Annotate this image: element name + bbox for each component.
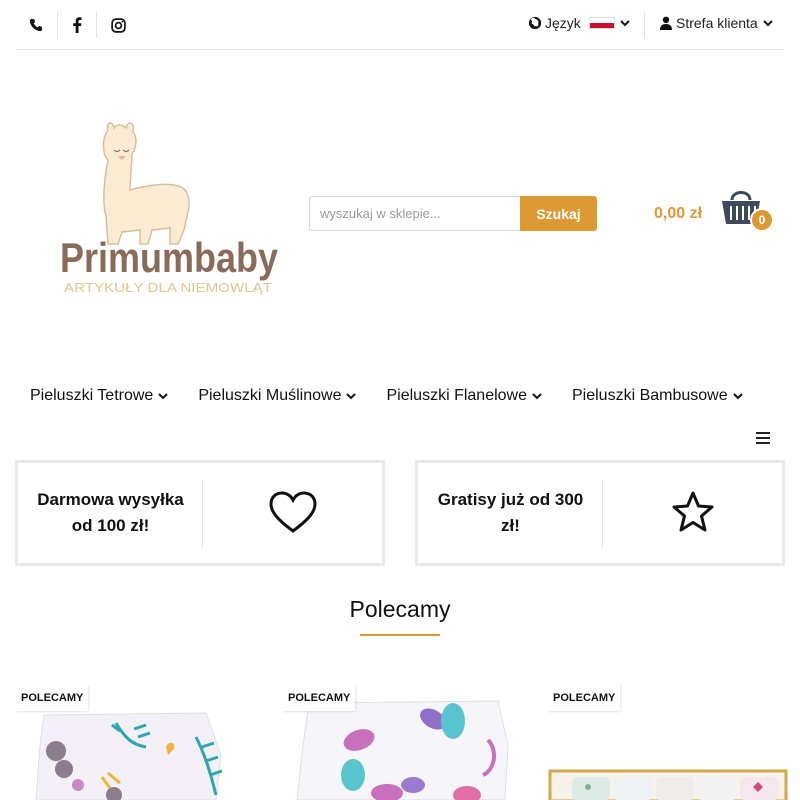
chevron-down-icon: [158, 393, 169, 400]
product-badge: POLECAMY: [548, 685, 621, 711]
language-selector[interactable]: Język: [528, 15, 630, 31]
feature-gifts: Gratisy już od 300 zł!: [415, 460, 785, 566]
cart-total[interactable]: 0,00 zł: [654, 205, 702, 223]
nav-item-label: Pieluszki Tetrowe: [30, 387, 154, 404]
heart-icon: [268, 491, 318, 535]
nav-item-flanelowe[interactable]: Pieluszki Flanelowe: [386, 387, 542, 405]
client-zone-menu[interactable]: Strefa klienta: [660, 15, 773, 31]
main-navigation: Pieluszki Tetrowe Pieluszki Muślinowe Pi…: [30, 387, 773, 405]
section-title: Polecamy: [349, 596, 451, 622]
nav-item-label: Pieluszki Muślinowe: [198, 387, 342, 404]
search-button[interactable]: Szukaj: [520, 196, 597, 231]
product-badge: POLECAMY: [283, 685, 356, 711]
separator: [96, 12, 97, 38]
logo-brand-text: Primumbaby: [60, 234, 279, 281]
product-card[interactable]: POLECAMY: [16, 685, 256, 800]
top-bar: Język Strefa klienta: [16, 0, 784, 50]
phone-icon[interactable]: [24, 13, 48, 37]
nav-item-muslinowe[interactable]: Pieluszki Muślinowe: [198, 387, 357, 405]
product-badge: POLECAMY: [16, 685, 89, 711]
chevron-down-icon: [346, 393, 357, 400]
chevron-down-icon: [532, 393, 542, 400]
client-zone-label: Strefa klienta: [676, 15, 758, 31]
nav-item-bambusowe[interactable]: Pieluszki Bambusowe: [572, 387, 743, 405]
divider: [602, 479, 603, 549]
chevron-down-icon: [763, 20, 773, 27]
nav-item-label: Pieluszki Bambusowe: [572, 387, 728, 404]
product-card[interactable]: POLECAMY: [548, 685, 788, 800]
feature-free-shipping: Darmowa wysyłka od 100 zł!: [15, 460, 385, 566]
poland-flag-icon: [588, 17, 615, 29]
alpaca-illustration: [102, 122, 190, 245]
chevron-down-icon: [732, 393, 743, 400]
nav-item-tetrowe[interactable]: Pieluszki Tetrowe: [30, 387, 169, 405]
feature-text: Darmowa wysyłka od 100 zł!: [37, 490, 184, 535]
hamburger-menu-icon[interactable]: [756, 432, 770, 444]
search-form: Szukaj: [309, 196, 597, 231]
section-title-underline: [360, 634, 440, 636]
logo-tagline: ARTYKUŁY DLA NIEMOWLĄT: [64, 280, 272, 295]
instagram-icon[interactable]: [106, 13, 130, 37]
language-label: Język: [545, 15, 581, 31]
chevron-down-icon: [620, 20, 630, 27]
nav-item-label: Pieluszki Flanelowe: [386, 387, 527, 404]
star-icon: [668, 491, 718, 535]
globe-icon: [528, 16, 542, 30]
facebook-icon[interactable]: [65, 13, 89, 37]
cart-count-badge: 0: [750, 208, 774, 232]
separator: [57, 12, 58, 38]
site-logo[interactable]: Primumbaby ARTYKUŁY DLA NIEMOWLĄT: [56, 120, 286, 305]
separator: [644, 12, 645, 38]
divider: [202, 479, 203, 549]
user-icon: [660, 16, 672, 30]
search-input[interactable]: [309, 196, 520, 231]
feature-text: Gratisy już od 300 zł!: [437, 490, 584, 535]
product-card[interactable]: POLECAMY: [283, 685, 523, 800]
